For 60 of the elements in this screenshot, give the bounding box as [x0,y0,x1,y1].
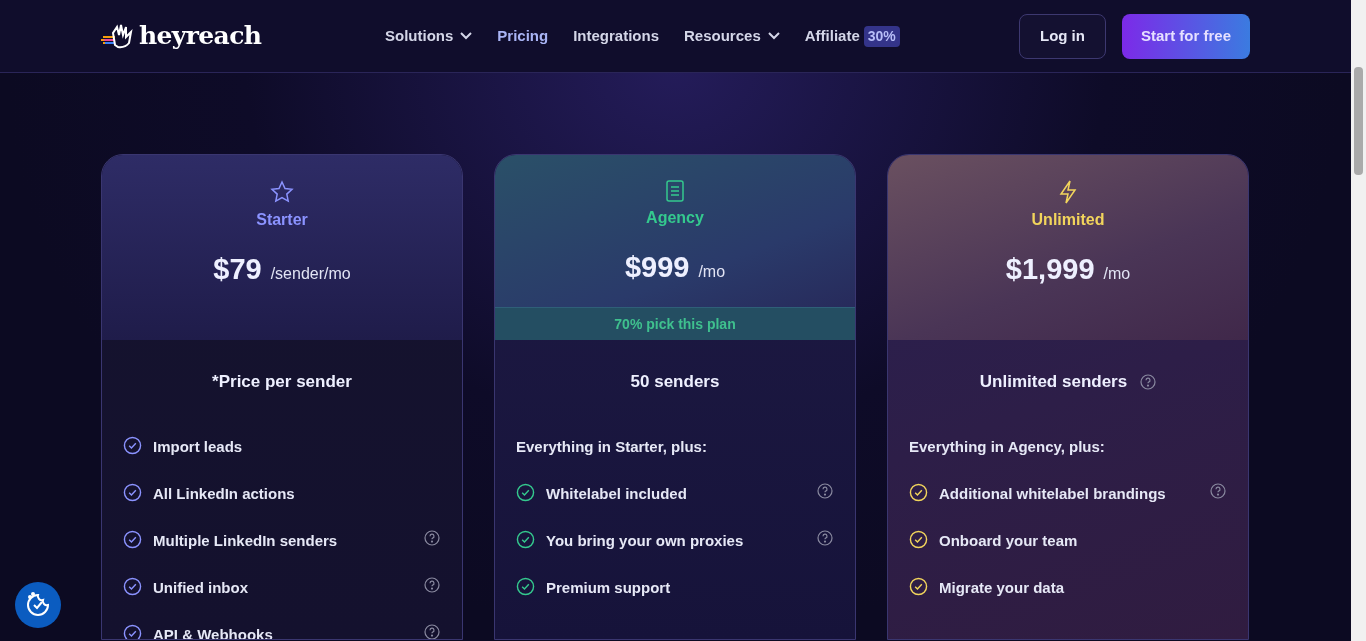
plan-name: Starter [256,210,308,230]
feature-label: Onboard your team [939,531,1079,551]
check-circle-icon [516,530,535,549]
check-circle-icon [123,577,142,596]
chevron-down-icon [460,32,473,40]
scrollbar[interactable] [1351,0,1366,641]
plan-intro: Everything in Agency, plus: [909,437,1106,457]
feature-label: Premium support [546,578,672,598]
plan-name: Agency [646,208,704,228]
nav-link[interactable]: Integrations [573,24,660,48]
help-icon[interactable] [817,530,833,546]
plan-name: Unlimited [1031,210,1105,230]
start-button[interactable]: Start for free [1121,13,1250,59]
popular-banner: 70% pick this plan [495,307,855,340]
lightning-icon [1058,180,1078,204]
check-circle-icon [516,577,535,596]
check-circle-icon [909,577,928,596]
feature-label: Additional whitelabel brandings [939,484,1167,504]
check-circle-icon [516,483,535,502]
login-button[interactable]: Log in [1018,13,1106,59]
nav-link[interactable]: Affiliate [804,24,860,48]
check-circle-icon [123,530,142,549]
cookie-settings-button[interactable] [15,582,61,628]
plan-price: $1,999 [1005,252,1095,287]
cookie-icon [24,591,52,619]
plan-intro: Everything in Starter, plus: [516,437,708,457]
nav-link[interactable]: Resources [684,24,780,48]
check-circle-icon [123,483,142,502]
feature-label: Unified inbox [153,578,249,598]
help-icon[interactable] [817,483,833,499]
logo-text[interactable]: heyreach [139,17,262,55]
help-icon[interactable] [1140,373,1157,390]
feature-label: All LinkedIn actions [153,484,296,504]
feature-label: Multiple LinkedIn senders [153,531,339,551]
help-icon[interactable] [1210,483,1226,499]
nav-link[interactable]: Pricing [497,24,549,48]
plan-price: $999 [624,250,690,285]
feature-label: You bring your own proxies [546,531,745,551]
price-period: /mo [1103,264,1131,284]
feature-label: Whitelabel included [546,484,688,504]
logo-icon [101,23,135,49]
plan-subtitle: 50 senders [630,370,720,393]
check-circle-icon [123,436,142,455]
help-icon[interactable] [424,530,440,546]
feature-label: Import leads [153,437,244,457]
help-icon[interactable] [424,624,440,639]
check-circle-icon [909,530,928,549]
price-period: /sender/mo [270,264,351,284]
nav-link[interactable]: Solutions [385,24,473,48]
plan-price: $79 [213,252,262,287]
check-circle-icon [909,483,928,502]
plan-subtitle: Unlimited senders [979,370,1128,393]
star-icon [270,180,294,204]
help-icon[interactable] [424,577,440,593]
percent-badge: 30% [863,25,900,47]
feature-label: Migrate your data [939,578,1066,598]
plan-subtitle: *Price per sender [212,370,352,393]
chevron-down-icon [767,32,780,40]
price-period: /mo [698,262,726,282]
document-icon [665,180,685,202]
